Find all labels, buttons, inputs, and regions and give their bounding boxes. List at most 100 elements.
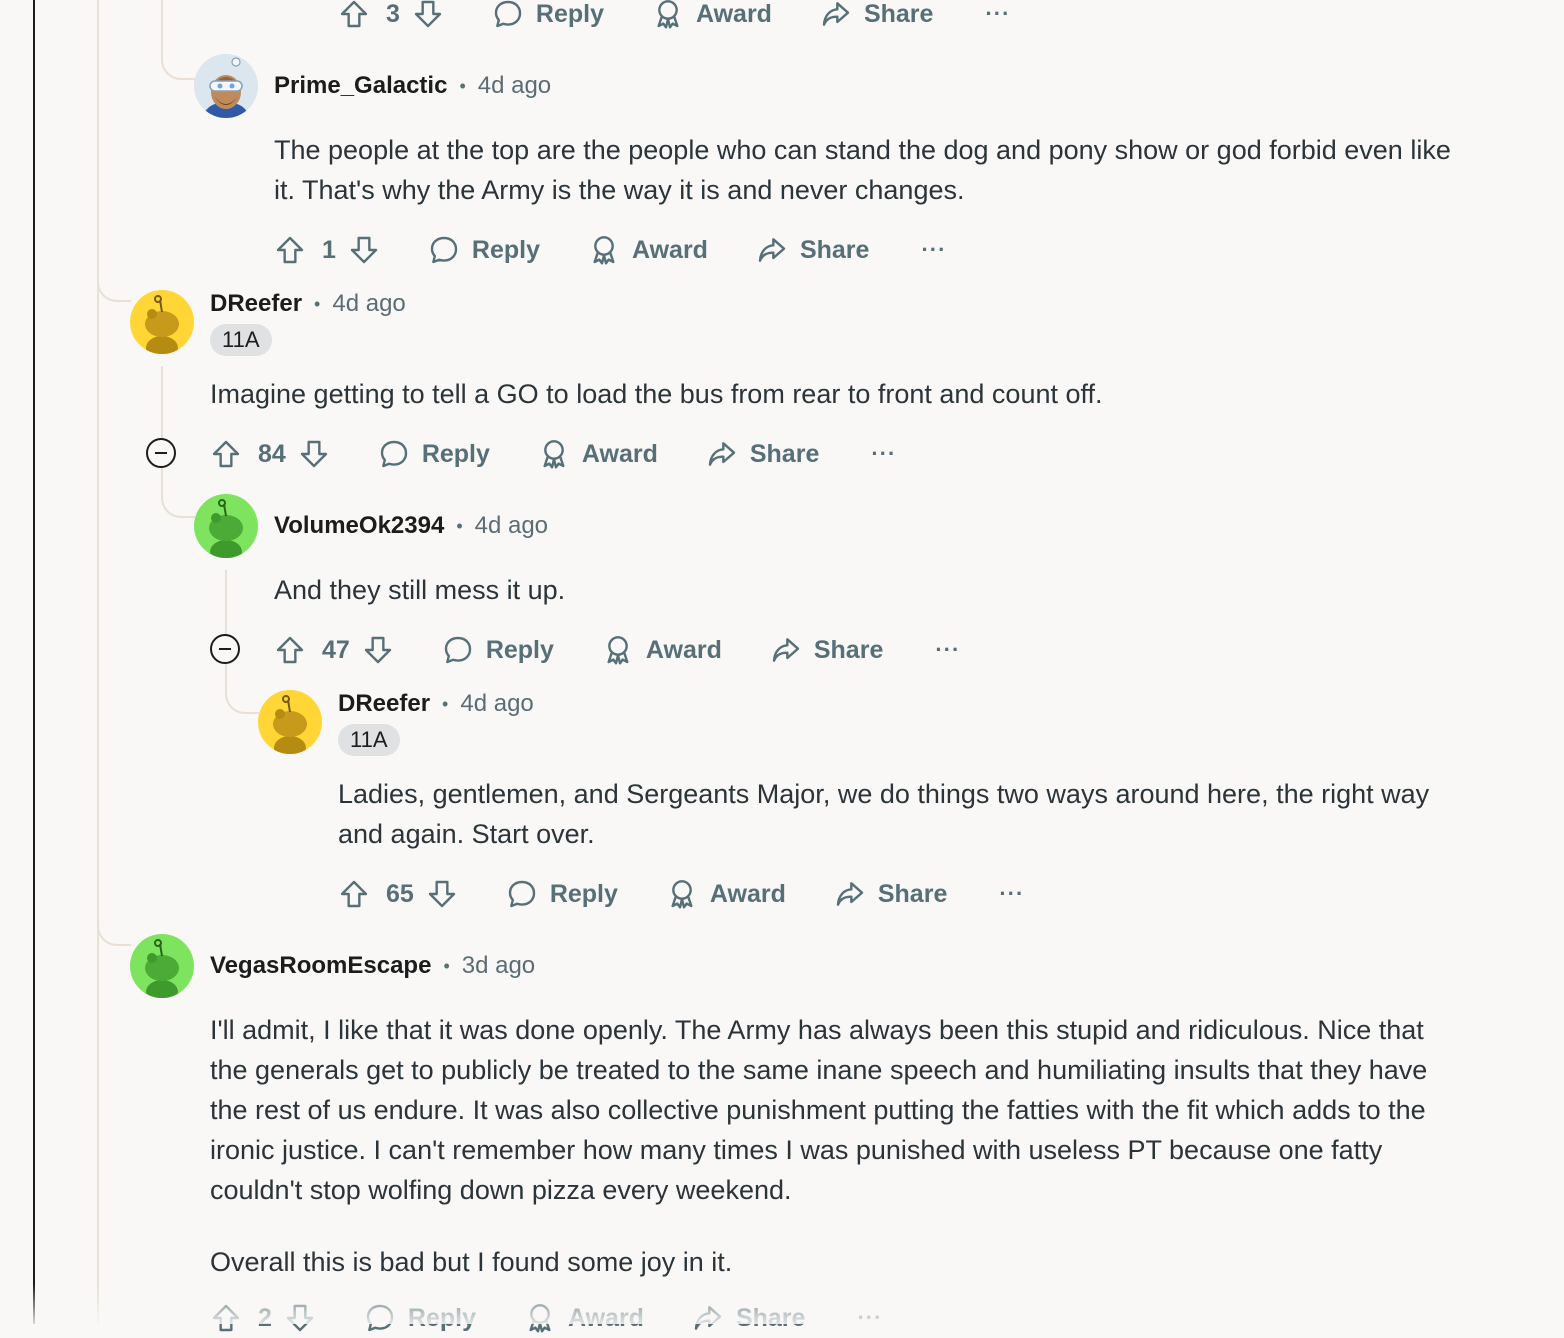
comment-meta: DReefer • 4d ago (210, 289, 406, 319)
thread-curve-dreefer-reply (225, 668, 259, 714)
upvote-icon (210, 438, 242, 470)
scroll-fade (0, 1284, 1564, 1324)
window-edge (33, 0, 35, 1324)
vote-count: 1 (322, 235, 336, 264)
comment-meta: VolumeOk2394 • 4d ago (274, 511, 549, 541)
username[interactable]: VolumeOk2394 (274, 511, 444, 541)
username[interactable]: VegasRoomEscape (210, 951, 431, 981)
reply-button[interactable]: Reply (428, 234, 540, 266)
share-button[interactable]: Share (820, 0, 933, 30)
award-button[interactable]: Award (538, 438, 658, 470)
comment-paragraph: Imagine getting to tell a GO to load the… (210, 379, 1103, 409)
share-button[interactable]: Share (756, 234, 869, 266)
comment-icon (442, 634, 474, 666)
collapse-icon[interactable] (146, 438, 176, 468)
avatar[interactable] (130, 934, 194, 998)
award-button[interactable]: Award (588, 234, 708, 266)
reply-button[interactable]: Reply (442, 634, 554, 666)
downvote-button[interactable] (426, 878, 458, 910)
avatar[interactable] (258, 690, 322, 754)
more-icon[interactable]: ··· (999, 881, 1024, 907)
username[interactable]: DReefer (338, 689, 430, 719)
share-label: Share (813, 635, 884, 664)
comment-icon (492, 0, 524, 30)
reply-label: Reply (485, 635, 554, 664)
comment-paragraph: I'll admit, I like that it was done open… (210, 1015, 1428, 1205)
comment-paragraph: And they still mess it up. (274, 575, 566, 605)
reply-label: Reply (535, 0, 604, 28)
award-icon (602, 634, 634, 666)
upvote-icon (274, 234, 306, 266)
award-icon (666, 878, 698, 910)
comment-body: Ladies, gentlemen, and Sergeants Major, … (338, 774, 1468, 854)
share-icon (756, 234, 788, 266)
award-icon (538, 438, 570, 470)
award-label: Award (645, 635, 722, 664)
upvote-button[interactable] (274, 634, 306, 666)
award-label: Award (709, 879, 786, 908)
downvote-button[interactable] (362, 634, 394, 666)
share-label: Share (863, 0, 934, 28)
comment-paragraph: The people at the top are the people who… (274, 135, 1451, 205)
thread-curve-volume (161, 474, 195, 518)
thread-line-root (97, 0, 99, 1324)
comment-meta: VegasRoomEscape • 3d ago (210, 951, 536, 981)
share-icon (834, 878, 866, 910)
username[interactable]: DReefer (210, 289, 302, 319)
more-icon[interactable]: ··· (935, 637, 960, 663)
timestamp[interactable]: 4d ago (460, 689, 533, 719)
comment-paragraph: Overall this is bad but I found some joy… (210, 1247, 733, 1277)
reply-button[interactable]: Reply (378, 438, 490, 470)
comment-paragraph: Ladies, gentlemen, and Sergeants Major, … (338, 779, 1430, 849)
more-icon[interactable]: ··· (871, 441, 896, 467)
upvote-icon (274, 634, 306, 666)
downvote-button[interactable] (412, 0, 444, 30)
avatar[interactable] (194, 494, 258, 558)
comment-body: And they still mess it up. (274, 570, 1454, 610)
avatar[interactable] (130, 290, 194, 354)
award-button[interactable]: Award (602, 634, 722, 666)
comment-icon (428, 234, 460, 266)
downvote-button[interactable] (298, 438, 330, 470)
share-button[interactable]: Share (706, 438, 819, 470)
comment-action-bar: 65 Reply Award Share ··· (338, 874, 1024, 914)
comment-icon (506, 878, 538, 910)
thread-curve-vegas (97, 924, 131, 946)
award-label: Award (581, 439, 658, 468)
timestamp[interactable]: 4d ago (478, 71, 551, 101)
share-icon (706, 438, 738, 470)
share-button[interactable]: Share (834, 878, 947, 910)
award-icon (588, 234, 620, 266)
award-icon (652, 0, 684, 30)
thread-curve-dreefer (97, 262, 131, 302)
share-icon (770, 634, 802, 666)
collapse-icon[interactable] (210, 634, 240, 664)
share-icon (820, 0, 852, 30)
more-icon[interactable]: ··· (921, 237, 946, 263)
more-icon[interactable]: ··· (985, 1, 1010, 27)
share-label: Share (749, 439, 820, 468)
award-button[interactable]: Award (652, 0, 772, 30)
upvote-button[interactable] (338, 878, 370, 910)
upvote-button[interactable] (274, 234, 306, 266)
avatar[interactable] (194, 54, 258, 118)
timestamp[interactable]: 3d ago (462, 951, 535, 981)
vote-count: 84 (258, 439, 286, 468)
vote-count: 3 (386, 0, 400, 28)
upvote-button[interactable] (338, 0, 370, 30)
award-label: Award (632, 235, 708, 264)
downvote-button[interactable] (348, 234, 380, 266)
share-button[interactable]: Share (770, 634, 883, 666)
vote-count: 47 (322, 635, 350, 664)
thread-line-dreefer (161, 366, 163, 438)
thread-line-volume (225, 570, 227, 634)
timestamp[interactable]: 4d ago (475, 511, 548, 541)
timestamp[interactable]: 4d ago (332, 289, 405, 319)
username[interactable]: Prime_Galactic (274, 71, 447, 101)
upvote-button[interactable] (210, 438, 242, 470)
reply-button[interactable]: Reply (492, 0, 604, 30)
reply-label: Reply (471, 235, 540, 264)
user-flair: 11A (338, 724, 400, 756)
reply-button[interactable]: Reply (506, 878, 618, 910)
award-button[interactable]: Award (666, 878, 786, 910)
